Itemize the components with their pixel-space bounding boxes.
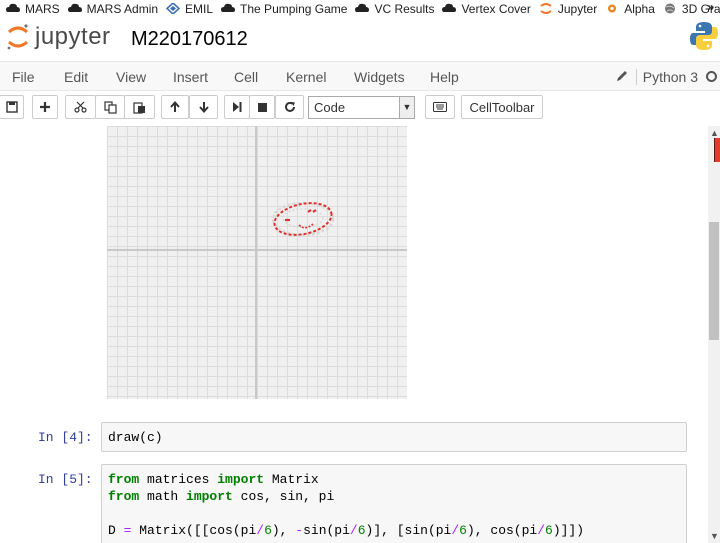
menu-insert[interactable]: Insert [173,69,208,85]
stop-icon [257,102,267,112]
cut-button[interactable] [65,95,96,119]
scissors-icon [74,101,87,113]
insert-cell-button[interactable] [32,95,58,119]
cloud-icon [221,3,236,12]
diamond-icon [166,3,181,14]
move-down-button[interactable] [189,95,218,119]
menu-edit[interactable]: Edit [64,69,88,85]
gear-icon [608,4,617,13]
menu-file[interactable]: File [12,69,35,85]
copy-icon [103,100,117,114]
code-cell-input[interactable]: draw(c) [101,422,687,452]
bookmark-pumping-game[interactable]: The Pumping Game [221,2,347,16]
x-axis-line [107,249,407,251]
cloud-icon [442,3,457,12]
cell-prompt: In [4]: [38,430,93,445]
interrupt-kernel-button[interactable] [249,95,275,119]
step-forward-icon [233,102,242,112]
cloud-icon [355,3,370,12]
bookmark-alpha[interactable]: Alpha [605,2,655,16]
bookmarks-overflow-button[interactable]: » [707,0,714,14]
toolbar: Code ▼ CellToolbar [0,92,720,125]
cloud-icon [67,3,82,12]
keyboard-icon [433,102,447,112]
globe-icon [664,3,675,14]
jupyter-logo-text: jupyter [35,23,111,50]
bookmark-emil[interactable]: EMIL [166,2,213,16]
y-axis-line [255,126,257,399]
code-cell-input[interactable]: from matrices import Matrix from math im… [101,464,687,543]
celltoolbar-button[interactable]: CellToolbar [461,95,543,119]
kernel-name[interactable]: Python 3 [635,69,698,85]
bookmark-jupyter[interactable]: Jupyter [539,2,597,16]
chevron-down-icon: ▼ [399,97,414,118]
edit-pencil-icon[interactable] [615,69,629,83]
bookmark-vertex-cover[interactable]: Vertex Cover [442,2,531,16]
scroll-up-icon[interactable]: ▲ [710,128,719,138]
bookmark-mars-admin[interactable]: MARS Admin [67,2,158,16]
restart-kernel-button[interactable] [275,95,304,119]
paste-icon [133,101,145,114]
cell-prompt: In [5]: [38,472,93,487]
notebook-container: In [4]: draw(c) In [5]: from matrices im… [0,126,708,543]
graph-output[interactable] [107,126,407,399]
scroll-down-icon[interactable]: ▼ [710,531,719,541]
menu-widgets[interactable]: Widgets [354,69,405,85]
notebook-header: jupyter M220170612 [0,17,720,61]
cell-type-value: Code [314,100,346,115]
menu-view[interactable]: View [116,69,146,85]
kernel-status-icon [706,71,717,82]
bookmark-vc-results[interactable]: VC Results [355,2,434,16]
menu-help[interactable]: Help [430,69,459,85]
jupyter-logo-icon [7,24,28,50]
notebook-title[interactable]: M220170612 [131,28,248,51]
notebook-scrollbar[interactable]: ▲ ▼ [708,126,720,543]
edge-marker [714,138,720,162]
arrow-up-icon [170,101,180,112]
run-cell-button[interactable] [224,95,250,119]
move-up-button[interactable] [161,95,189,119]
cell-type-select[interactable]: Code ▼ [308,96,415,119]
plus-icon [40,102,50,112]
plot-curve [271,201,335,237]
menu-bar: File Edit View Insert Cell Kernel Widget… [0,61,720,91]
cloud-icon [6,3,20,12]
save-button[interactable] [0,95,24,119]
jupyter-logo[interactable]: jupyter [6,23,111,51]
arrow-down-icon [198,102,209,113]
refresh-icon [284,101,295,112]
bookmarks-bar: MARS MARS Admin EMIL The Pumping Game VC… [0,0,720,17]
command-palette-button[interactable] [425,95,455,119]
python-logo-icon [690,22,718,50]
menu-cell[interactable]: Cell [234,69,258,85]
paste-button[interactable] [124,95,155,119]
menu-kernel[interactable]: Kernel [286,69,326,85]
save-icon [5,101,18,113]
bookmark-mars[interactable]: MARS [6,2,60,16]
jupyter-icon [540,3,552,14]
copy-button[interactable] [95,95,125,119]
scroll-thumb[interactable] [709,222,719,340]
